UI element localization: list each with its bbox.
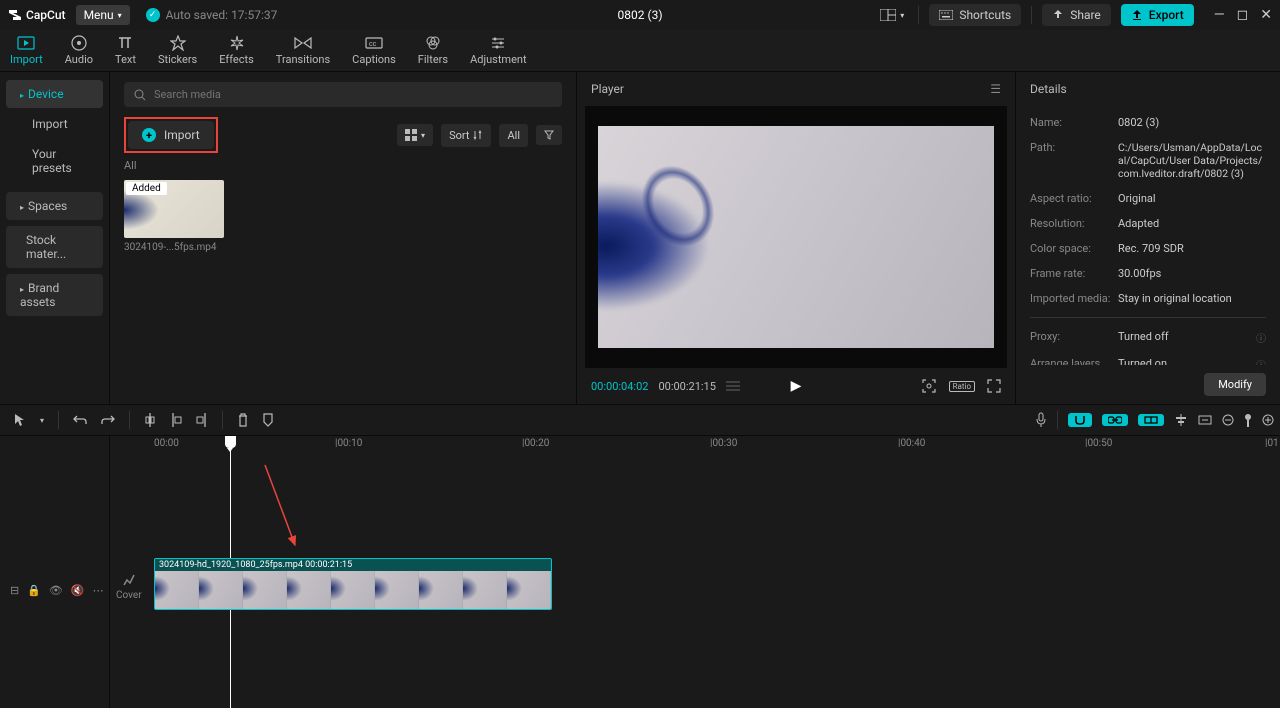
time-total: 00:00:21:15 [658, 380, 715, 393]
tab-text[interactable]: Text [115, 35, 136, 66]
filter-button[interactable] [536, 125, 562, 145]
fullscreen-icon[interactable] [987, 379, 1001, 393]
tab-captions[interactable]: cc Captions [352, 35, 396, 66]
check-icon: ✓ [146, 8, 160, 22]
split-right-tool[interactable] [196, 413, 208, 427]
track-lock-icon[interactable]: 🔒 [27, 584, 41, 597]
player-menu-icon[interactable]: ☰ [990, 82, 1001, 96]
delete-tool[interactable] [237, 413, 249, 427]
timeline-clip[interactable]: 3024109-hd_1920_1080_25fps.mp4 00:00:21:… [154, 558, 552, 610]
info-icon[interactable]: ⓘ [1256, 357, 1266, 365]
tab-import[interactable]: Import [10, 35, 43, 66]
time-current: 00:00:04:02 [591, 380, 648, 393]
annotation-arrow [260, 460, 310, 560]
autosave-status: ✓ Auto saved: 17:57:37 [146, 8, 278, 22]
tab-adjustment[interactable]: Adjustment [470, 35, 527, 66]
share-button[interactable]: Share [1042, 4, 1111, 26]
track-collapse-icon[interactable]: ⊟ [10, 584, 19, 597]
pointer-tool[interactable] [14, 413, 26, 427]
zoom-out-icon[interactable] [1198, 415, 1212, 425]
marker-tool[interactable] [263, 413, 273, 427]
details-title: Details [1016, 72, 1280, 106]
search-input[interactable] [124, 82, 562, 107]
tab-stickers[interactable]: Stickers [158, 35, 197, 66]
media-filename: 3024109-...5fps.mp4 [124, 242, 224, 253]
tab-filters[interactable]: Filters [418, 35, 448, 66]
sidebar-item-presets[interactable]: Your presets [6, 140, 103, 182]
track-mute-icon[interactable]: 🔇 [71, 584, 85, 597]
grid-view-button[interactable]: ▾ [397, 124, 433, 146]
align-tool[interactable] [1174, 414, 1188, 426]
scan-icon[interactable] [921, 378, 937, 394]
timeline[interactable]: ⊟ 🔒 👁 🔇 ⋯ Cover 00:00 |00:10 |00:20 |00:… [0, 436, 1280, 708]
modify-button[interactable]: Modify [1204, 373, 1266, 396]
split-tool[interactable] [144, 413, 156, 427]
play-button[interactable]: ▶ [791, 378, 802, 394]
export-button[interactable]: Export [1121, 4, 1194, 26]
import-media-button[interactable]: + Import [128, 121, 214, 149]
player-viewport[interactable] [585, 106, 1007, 368]
left-sidebar: Device Import Your presets Spaces Stock … [0, 72, 110, 404]
sidebar-item-brand[interactable]: Brand assets [6, 274, 103, 316]
search-icon [134, 89, 146, 101]
zoom-plus[interactable] [1262, 414, 1274, 426]
svg-text:cc: cc [369, 40, 377, 48]
zoom-slider[interactable] [1244, 413, 1252, 427]
app-logo: CapCut [8, 8, 66, 22]
minimize-icon[interactable]: — [1214, 7, 1225, 23]
titlebar: CapCut Menu▾ ✓ Auto saved: 17:57:37 0802… [0, 0, 1280, 30]
player-panel: Player ☰ 00:00:04:02 00:00:21:15 ▶ Ratio [576, 72, 1016, 404]
media-panel: + Import ▾ Sort All All A [110, 72, 576, 404]
ribbon-tabs: Import Audio Text Stickers Effects Trans… [0, 30, 1280, 72]
preview-on[interactable] [1138, 414, 1164, 426]
clip-label: 3024109-hd_1920_1080_25fps.mp4 00:00:21:… [155, 559, 551, 571]
import-highlight: + Import [124, 117, 218, 153]
project-title: 0802 (3) [618, 8, 663, 22]
plus-icon: + [142, 128, 156, 142]
track-more-icon[interactable]: ⋯ [93, 584, 104, 597]
section-label: All [124, 159, 562, 172]
magnet-on[interactable] [1068, 413, 1092, 427]
close-icon[interactable]: ✕ [1260, 7, 1272, 23]
ratio-button[interactable]: Ratio [949, 381, 975, 392]
filter-all-button[interactable]: All [499, 124, 528, 147]
timeline-toolbar: ▾ [0, 404, 1280, 436]
mic-icon[interactable] [1035, 412, 1047, 428]
link-on[interactable] [1102, 414, 1128, 426]
split-left-tool[interactable] [170, 413, 182, 427]
info-icon[interactable]: ⓘ [1256, 330, 1266, 345]
zoom-minus[interactable] [1222, 414, 1234, 426]
menu-button[interactable]: Menu▾ [76, 5, 130, 25]
added-badge: Added [126, 182, 167, 195]
sidebar-item-device[interactable]: Device [6, 80, 103, 108]
details-panel: Details Name:0802 (3) Path:C:/Users/Usma… [1016, 72, 1280, 404]
track-eye-icon[interactable]: 👁 [49, 584, 63, 597]
sidebar-item-import[interactable]: Import [6, 110, 103, 138]
media-item[interactable]: Added 3024109-...5fps.mp4 [124, 180, 224, 253]
maximize-icon[interactable]: ◻ [1237, 7, 1249, 23]
sort-button[interactable]: Sort [441, 124, 491, 147]
sidebar-item-stock[interactable]: Stock mater... [6, 226, 103, 268]
tab-audio[interactable]: Audio [65, 35, 93, 66]
undo-button[interactable] [73, 414, 87, 426]
sidebar-item-spaces[interactable]: Spaces [6, 192, 103, 220]
tab-effects[interactable]: Effects [219, 35, 254, 66]
tab-transitions[interactable]: Transitions [276, 35, 330, 66]
layout-button[interactable]: ▾ [876, 7, 908, 23]
shortcuts-button[interactable]: Shortcuts [929, 4, 1021, 26]
pointer-dropdown[interactable]: ▾ [40, 416, 44, 425]
redo-button[interactable] [101, 414, 115, 426]
timeline-ruler[interactable]: 00:00 |00:10 |00:20 |00:30 |00:40 |00:50… [110, 436, 1280, 456]
list-icon[interactable] [726, 380, 740, 392]
player-title: Player [591, 82, 624, 96]
